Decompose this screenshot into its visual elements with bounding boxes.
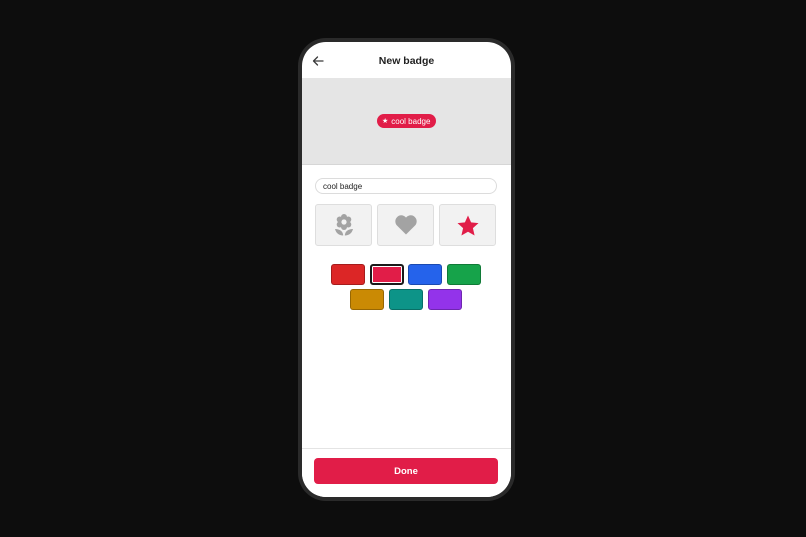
- star-icon: [457, 215, 478, 235]
- star-icon: ★: [382, 117, 389, 125]
- phone-frame: New badge ★ cool badge cool badge Done: [298, 38, 515, 501]
- badge: ★ cool badge: [377, 114, 437, 128]
- icon-option-star[interactable]: [439, 204, 496, 246]
- color-swatch-amber[interactable]: [350, 289, 384, 310]
- icon-option-flower[interactable]: [315, 204, 372, 246]
- color-swatch-purple[interactable]: [428, 289, 462, 310]
- header: New badge: [302, 42, 511, 78]
- flower-icon: [334, 214, 353, 236]
- heart-icon: [394, 215, 417, 235]
- color-swatch-blue[interactable]: [408, 264, 442, 285]
- color-swatch-rose[interactable]: [370, 264, 404, 285]
- icon-option-heart[interactable]: [377, 204, 434, 246]
- badge-name-input[interactable]: [315, 178, 497, 194]
- done-button[interactable]: Done: [314, 458, 498, 484]
- color-swatch-teal[interactable]: [389, 289, 423, 310]
- color-swatch-green[interactable]: [447, 264, 481, 285]
- page-title: New badge: [378, 55, 435, 67]
- badge-label: cool badge: [391, 116, 431, 126]
- badge-preview: ★ cool badge: [302, 78, 511, 165]
- color-swatch-red[interactable]: [331, 264, 365, 285]
- footer: Done: [302, 448, 511, 497]
- screen: New badge ★ cool badge cool badge Done: [302, 42, 511, 497]
